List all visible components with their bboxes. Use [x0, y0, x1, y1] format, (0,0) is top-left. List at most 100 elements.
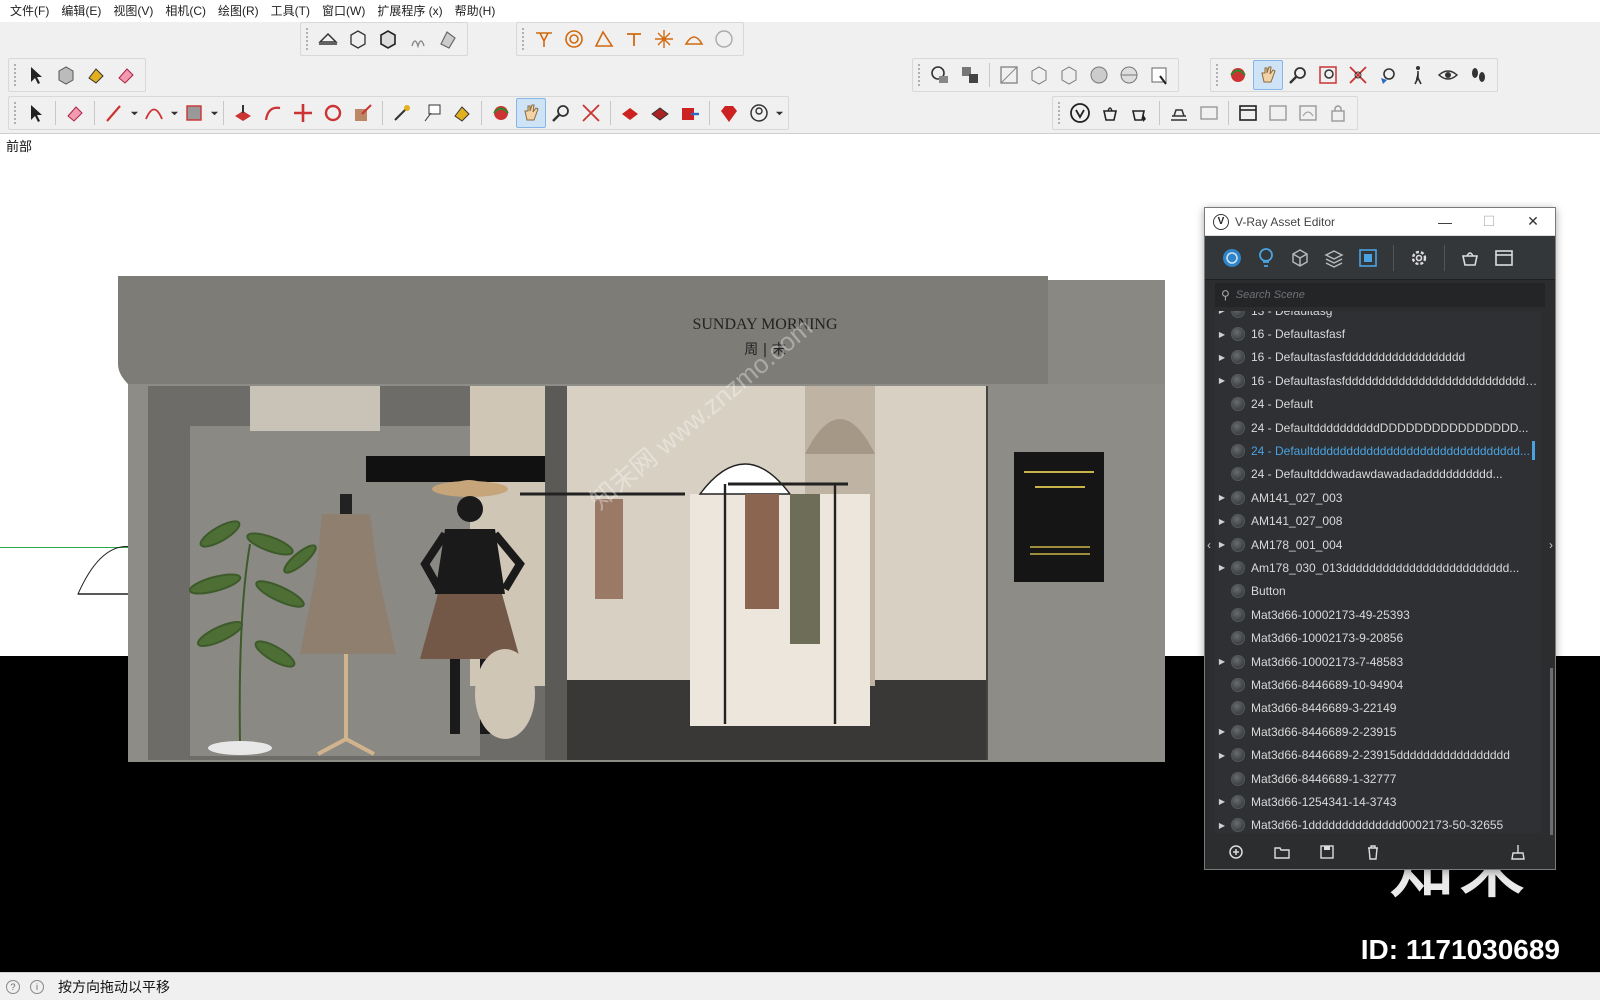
search-input[interactable]: [1235, 289, 1516, 301]
toolbar-grip[interactable]: [305, 27, 309, 51]
monochrome-icon[interactable]: [1144, 60, 1174, 90]
menu-item[interactable]: 扩展程序 (x): [371, 0, 448, 22]
material-list-item[interactable]: ▶ Mat3d66-1dddddddddddddd0002173-50-32655: [1215, 814, 1541, 833]
xray-icon[interactable]: [994, 60, 1024, 90]
minimize-icon[interactable]: —: [1423, 214, 1467, 230]
denoise-icon[interactable]: [1293, 98, 1323, 128]
lights-icon[interactable]: [1249, 242, 1283, 274]
scale-icon[interactable]: [348, 98, 378, 128]
share-model-icon[interactable]: [645, 98, 675, 128]
toolbar-grip[interactable]: [13, 63, 17, 87]
save-icon[interactable]: [1318, 839, 1364, 865]
warehouse-icon[interactable]: [615, 98, 645, 128]
add-detail-icon[interactable]: [679, 24, 709, 54]
expand-arrow-icon[interactable]: ▶: [1215, 821, 1229, 830]
zoom-window-icon[interactable]: [1313, 60, 1343, 90]
section-display-icon[interactable]: [955, 60, 985, 90]
footprints-icon[interactable]: [1463, 60, 1493, 90]
frame-buffer-icon[interactable]: [1233, 98, 1263, 128]
expand-arrow-icon[interactable]: ▶: [1215, 751, 1229, 760]
look-around-icon[interactable]: [1433, 60, 1463, 90]
eraser-icon[interactable]: [111, 60, 141, 90]
shaded-textures-icon[interactable]: [1114, 60, 1144, 90]
material-list-item[interactable]: Mat3d66-10002173-49-25393: [1215, 603, 1541, 626]
material-list-item[interactable]: ▶ Am178_030_013ddddddddddddddddddddddddd.…: [1215, 556, 1541, 579]
walk-icon[interactable]: [1403, 60, 1433, 90]
right-view-icon[interactable]: [403, 24, 433, 54]
material-list-item[interactable]: 24 - Defaultdddddddddddddddddddddddddddd…: [1215, 439, 1541, 462]
material-list-item[interactable]: Mat3d66-8446689-1-32777: [1215, 767, 1541, 790]
expand-arrow-icon[interactable]: ▶: [1215, 311, 1229, 315]
close-icon[interactable]: ✕: [1511, 213, 1555, 230]
expand-arrow-icon[interactable]: ▶: [1215, 540, 1229, 549]
material-list-item[interactable]: ▶ Mat3d66-1254341-14-3743: [1215, 790, 1541, 813]
lightmix-icon[interactable]: [1263, 98, 1293, 128]
zoom-icon[interactable]: [1283, 60, 1313, 90]
frame-buffer-window-icon[interactable]: [1487, 242, 1521, 274]
eraser-tool-icon[interactable]: [60, 98, 90, 128]
select-tool-icon[interactable]: [21, 98, 51, 128]
expand-arrow-icon[interactable]: ▶: [1215, 797, 1229, 806]
material-list-item[interactable]: ▶ Mat3d66-8446689-2-23915dddddddddddddddd…: [1215, 743, 1541, 766]
text-tool-icon[interactable]: [417, 98, 447, 128]
arc-tool-icon[interactable]: [139, 98, 169, 128]
menu-item[interactable]: 帮助(H): [449, 0, 502, 22]
chevron-down-icon[interactable]: [129, 98, 139, 128]
delete-icon[interactable]: [1364, 839, 1410, 865]
follow-me-icon[interactable]: [258, 98, 288, 128]
toolbar-grip[interactable]: [917, 63, 921, 87]
paint-bucket-icon[interactable]: [81, 60, 111, 90]
expand-arrow-icon[interactable]: ▶: [1215, 353, 1229, 362]
toolbar-grip[interactable]: [521, 27, 525, 51]
purge-icon[interactable]: [1509, 839, 1555, 865]
vray-titlebar[interactable]: V V-Ray Asset Editor — ☐ ✕: [1205, 208, 1555, 236]
material-list-item[interactable]: Button: [1215, 580, 1541, 603]
material-list-item[interactable]: Mat3d66-10002173-9-20856: [1215, 626, 1541, 649]
material-list-item[interactable]: ▶ 16 - Defaultasfasf: [1215, 322, 1541, 345]
expand-right-icon[interactable]: ›: [1549, 538, 1553, 552]
render-elements-icon[interactable]: [1317, 242, 1351, 274]
previous-view-icon[interactable]: [1373, 60, 1403, 90]
material-list-item[interactable]: Mat3d66-8446689-10-94904: [1215, 673, 1541, 696]
expand-arrow-icon[interactable]: ▶: [1215, 563, 1229, 572]
back-view-icon[interactable]: [433, 24, 463, 54]
line-tool-icon[interactable]: [99, 98, 129, 128]
chevron-down-icon[interactable]: [209, 98, 219, 128]
settings-gear-icon[interactable]: [1402, 242, 1436, 274]
zoom-tool-icon[interactable]: [546, 98, 576, 128]
menu-item[interactable]: 工具(T): [265, 0, 316, 22]
info-icon[interactable]: i: [30, 979, 44, 994]
tape-measure-icon[interactable]: [387, 98, 417, 128]
lock-camera-icon[interactable]: [1323, 98, 1353, 128]
toolbar-grip[interactable]: [1215, 63, 1219, 87]
zoom-extents-tool-icon[interactable]: [576, 98, 606, 128]
orbit-icon[interactable]: [1223, 60, 1253, 90]
render-icon[interactable]: [1095, 98, 1125, 128]
make-component-icon[interactable]: [51, 60, 81, 90]
expand-arrow-icon[interactable]: ▶: [1215, 493, 1229, 502]
batch-render-icon[interactable]: [1194, 98, 1224, 128]
textures-icon[interactable]: [1351, 242, 1385, 274]
push-pull-icon[interactable]: [228, 98, 258, 128]
pan-icon[interactable]: [1253, 60, 1283, 90]
material-list-item[interactable]: Mat3d66-8446689-3-22149: [1215, 697, 1541, 720]
hidden-line-icon[interactable]: [1054, 60, 1084, 90]
collapse-left-icon[interactable]: ‹: [1207, 538, 1211, 552]
material-list-item[interactable]: ▶ AM141_027_003: [1215, 486, 1541, 509]
materials-icon[interactable]: [1215, 242, 1249, 274]
stamp-icon[interactable]: [619, 24, 649, 54]
drape-icon[interactable]: [649, 24, 679, 54]
material-list-item[interactable]: 24 - DefaultddddddddddDDDDDDDDDDDDDDDD..…: [1215, 416, 1541, 439]
chevron-down-icon[interactable]: [169, 98, 179, 128]
iso-view-icon[interactable]: [313, 24, 343, 54]
rectangle-tool-icon[interactable]: [179, 98, 209, 128]
zoom-extents-icon[interactable]: [1343, 60, 1373, 90]
list-scrollbar[interactable]: [1550, 668, 1553, 858]
paint-tool-icon[interactable]: [447, 98, 477, 128]
ruby-console-icon[interactable]: [714, 98, 744, 128]
material-list-item[interactable]: ▶ 13 - Defaultasg: [1215, 311, 1541, 322]
menu-item[interactable]: 相机(C): [159, 0, 212, 22]
pan-tool-icon[interactable]: [516, 98, 546, 128]
expand-arrow-icon[interactable]: ▶: [1215, 376, 1229, 385]
maximize-icon[interactable]: ☐: [1467, 213, 1511, 230]
